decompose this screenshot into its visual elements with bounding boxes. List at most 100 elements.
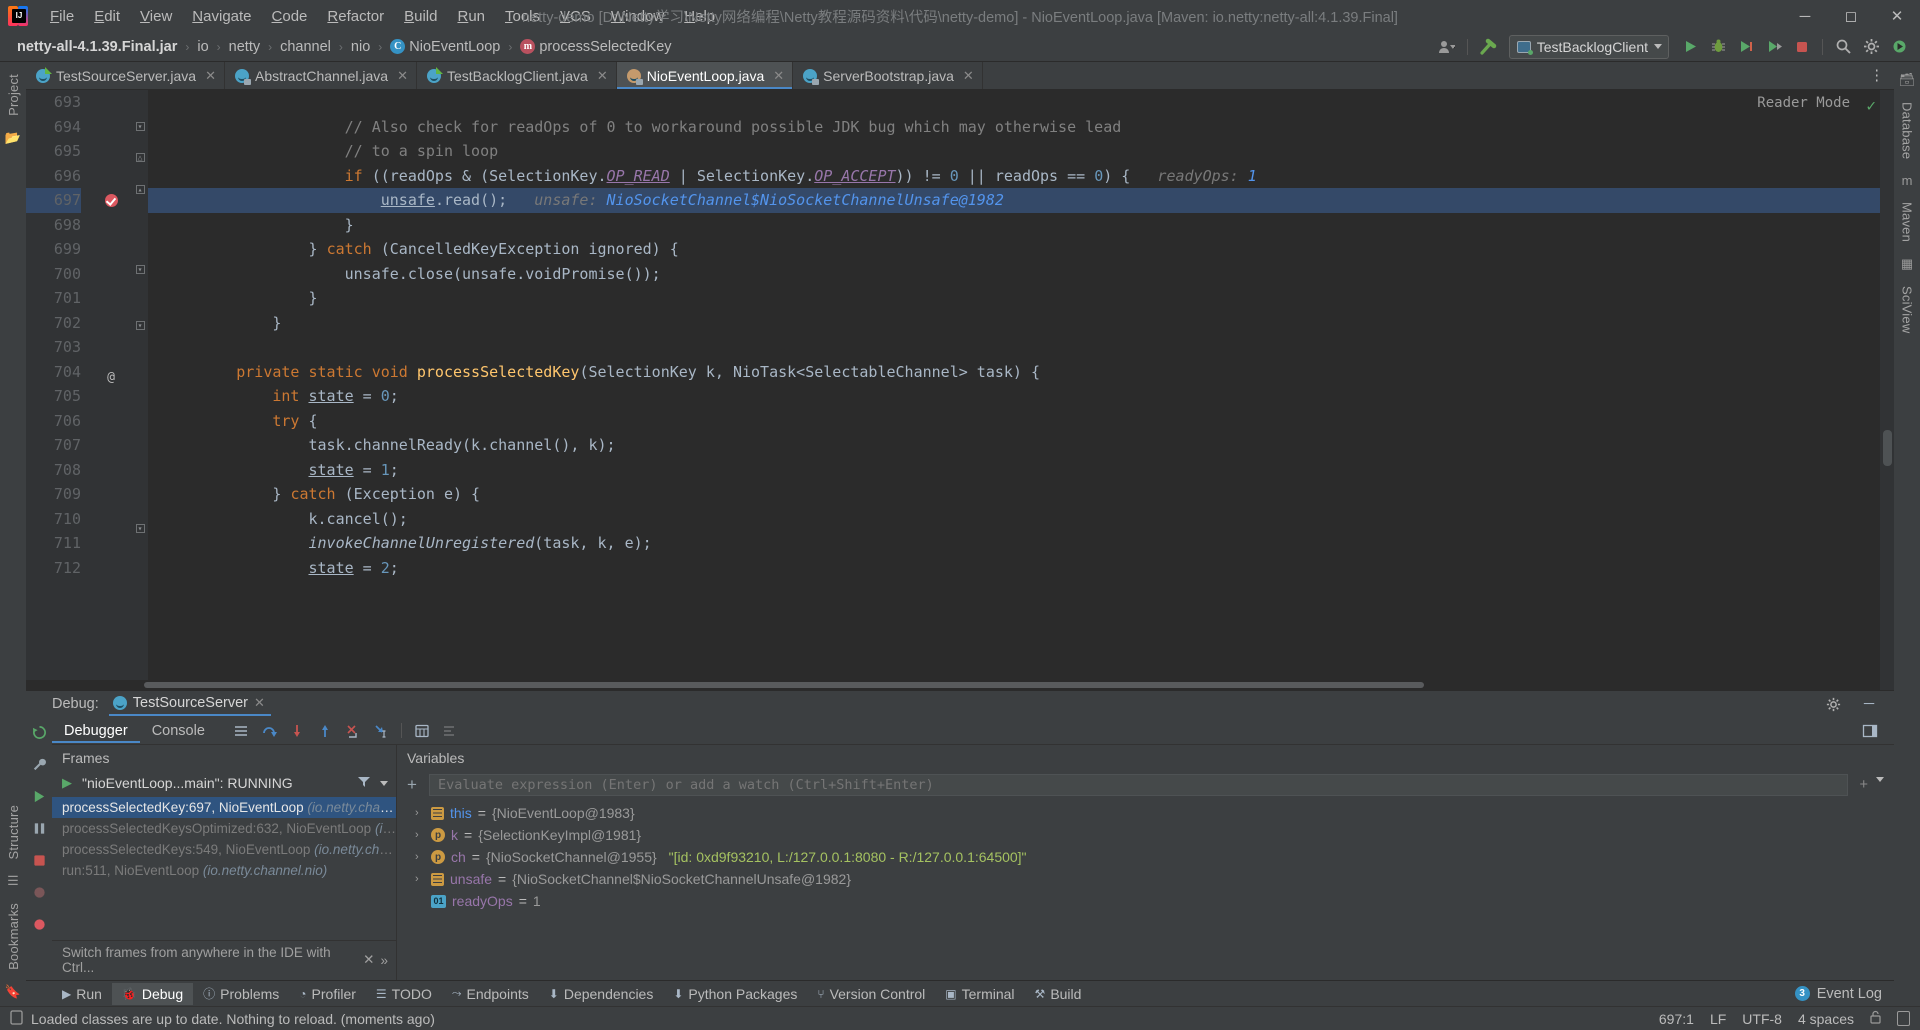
fold-cell[interactable]: ▾ <box>132 121 148 147</box>
close-icon[interactable]: ✕ <box>963 68 974 84</box>
code-line[interactable]: int state = 0; <box>164 384 1894 409</box>
view-breakpoints-icon[interactable] <box>32 917 47 935</box>
notification-icon[interactable] <box>10 1009 23 1028</box>
editor-tab-testbacklogclient[interactable]: TestBacklogClient.java ✕ <box>417 62 617 89</box>
override-marker-icon[interactable]: @ <box>90 366 132 391</box>
code-line[interactable]: k.cancel(); <box>164 507 1894 532</box>
menu-view[interactable]: View <box>130 4 182 29</box>
tab-console[interactable]: Console <box>140 719 217 743</box>
code-line[interactable]: unsafe.read(); unsafe: NioSocketChannel$… <box>148 188 1894 213</box>
profiler-run-icon[interactable] <box>1761 35 1787 59</box>
line-separator[interactable]: LF <box>1710 1011 1726 1027</box>
maximize-button[interactable]: ◻ <box>1828 0 1874 32</box>
menu-vcs[interactable]: VCS <box>550 4 601 29</box>
code-line[interactable]: } <box>164 213 1894 238</box>
gutter-override[interactable]: @ <box>90 366 132 391</box>
breadcrumb-netty[interactable]: netty <box>226 38 263 56</box>
step-into-icon[interactable] <box>285 720 309 742</box>
tab-debugger[interactable]: Debugger <box>52 719 140 743</box>
fold-cell[interactable]: ▾ <box>132 524 148 549</box>
file-encoding[interactable]: UTF-8 <box>1742 1011 1782 1027</box>
close-icon[interactable]: ✕ <box>205 68 216 84</box>
stop-icon[interactable] <box>32 853 47 871</box>
chevron-down-icon[interactable] <box>1876 777 1884 782</box>
frame-list-item[interactable]: run:511, NioEventLoop (io.netty.channel.… <box>52 860 396 881</box>
code-line[interactable]: } catch (Exception e) { <box>164 482 1894 507</box>
editor-tab-abstractchannel[interactable]: AbstractChannel.java ✕ <box>225 62 417 89</box>
frame-list-item[interactable]: processSelectedKey:697, NioEventLoop (io… <box>52 797 396 818</box>
expand-chevron-icon[interactable]: › <box>415 851 425 863</box>
menu-edit[interactable]: Edit <box>84 4 130 29</box>
sidebar-item-bookmarks[interactable]: Bookmarks <box>1 895 26 978</box>
code-editor[interactable]: 693 694 695 696 697 698 699 700 701 702 703 704 705 7… <box>26 90 1894 690</box>
code-line[interactable]: try { <box>164 409 1894 434</box>
breadcrumb-nio[interactable]: nio <box>348 38 373 56</box>
toolwindow-endpoints[interactable]: ⤳ Endpoints <box>442 983 539 1005</box>
fold-end-icon[interactable]: ▾ <box>135 524 145 533</box>
evaluate-expression-input[interactable] <box>429 774 1848 796</box>
fold-end-icon[interactable]: ▾ <box>135 265 145 274</box>
fold-cell[interactable]: ▴ <box>132 184 148 210</box>
rerun-icon[interactable] <box>32 725 47 743</box>
reader-mode-label[interactable]: Reader Mode <box>1757 95 1850 111</box>
user-avatar-icon[interactable] <box>1434 35 1460 59</box>
show-frames-icon[interactable] <box>229 720 253 742</box>
evaluate-expression-icon[interactable] <box>410 720 434 742</box>
gear-icon[interactable] <box>1820 692 1846 716</box>
step-out-icon[interactable] <box>313 720 337 742</box>
updates-icon[interactable] <box>1886 35 1912 59</box>
close-icon[interactable]: ✕ <box>597 68 608 84</box>
expand-chevron-icon[interactable]: › <box>415 873 425 885</box>
resume-program-icon[interactable] <box>32 789 47 807</box>
code-line[interactable]: unsafe.close(unsafe.voidPromise()); <box>164 262 1894 287</box>
drop-frame-icon[interactable] <box>341 720 365 742</box>
expand-frames-icon[interactable]: » <box>380 953 396 968</box>
bookmark-icon[interactable]: 🔖 <box>5 984 21 1000</box>
sciview-icon[interactable]: ▦ <box>1901 256 1913 272</box>
breadcrumb-io[interactable]: io <box>194 38 211 56</box>
fold-mid-icon[interactable]: △ <box>135 153 145 162</box>
menu-build[interactable]: Build <box>394 4 447 29</box>
sidebar-item-structure[interactable]: Structure <box>1 797 26 868</box>
fold-start-icon[interactable]: ▴ <box>135 184 145 194</box>
horizontal-scrollbar[interactable] <box>26 680 1880 690</box>
hide-tool-window-icon[interactable]: ─ <box>1856 692 1882 716</box>
toolwindow-dependencies[interactable]: ⬇ Dependencies <box>539 983 664 1005</box>
editor-tab-nioeventloop[interactable]: NioEventLoop.java ✕ <box>616 62 794 89</box>
unlocked-icon[interactable] <box>1870 1010 1881 1027</box>
run-icon[interactable] <box>1677 35 1703 59</box>
menu-file[interactable]: File <box>40 4 84 29</box>
menu-run[interactable]: Run <box>447 4 495 29</box>
editor-tab-serverbootstrap[interactable]: ServerBootstrap.java ✕ <box>793 62 983 89</box>
code-line[interactable]: private static void processSelectedKey(S… <box>164 360 1894 385</box>
editor-tabs-more-icon[interactable]: ⋮ <box>1860 62 1895 89</box>
toolwindow-run[interactable]: ▶ Run <box>52 983 112 1005</box>
code-content[interactable]: // Also check for readOps of 0 to workar… <box>148 90 1894 690</box>
variable-row[interactable]: › this = {NioEventLoop@1983} <box>397 802 1894 824</box>
editor-tab-testsourceserver[interactable]: TestSourceServer.java ✕ <box>26 62 225 89</box>
fold-end-icon[interactable]: ▾ <box>135 321 145 330</box>
mute-breakpoints-icon[interactable] <box>32 885 47 903</box>
expand-chevron-icon[interactable]: › <box>415 807 425 819</box>
fold-cell[interactable]: ▾ <box>132 265 148 290</box>
breakpoint-icon[interactable] <box>104 194 118 207</box>
variable-row[interactable]: › unsafe = {NioSocketChannel$NioSocketCha… <box>397 868 1894 890</box>
project-files-icon[interactable]: 📂 <box>5 130 21 146</box>
stop-icon[interactable] <box>1789 35 1815 59</box>
toolwindow-python-packages[interactable]: ⬇ Python Packages <box>663 983 807 1005</box>
breadcrumb-nioeventloop[interactable]: C NioEventLoop <box>387 38 503 56</box>
vertical-scrollbar-thumb[interactable] <box>1883 430 1892 466</box>
event-log-area[interactable]: 3 Event Log <box>1794 986 1894 1002</box>
run-configuration-selector[interactable]: TestBacklogClient <box>1508 34 1669 59</box>
minimize-button[interactable]: ─ <box>1782 0 1828 32</box>
menu-tools[interactable]: Tools <box>495 4 550 29</box>
close-icon[interactable]: ✕ <box>397 68 408 84</box>
run-with-coverage-icon[interactable] <box>1733 35 1759 59</box>
toolwindow-version-control[interactable]: ⑂ Version Control <box>807 983 935 1005</box>
menu-code[interactable]: Code <box>262 4 318 29</box>
structure-icon[interactable]: ☰ <box>7 873 19 889</box>
close-icon[interactable]: ✕ <box>773 68 784 84</box>
caret-position[interactable]: 697:1 <box>1659 1011 1694 1027</box>
hammer-build-icon[interactable] <box>1475 35 1501 59</box>
maven-icon[interactable]: m <box>1902 173 1913 188</box>
